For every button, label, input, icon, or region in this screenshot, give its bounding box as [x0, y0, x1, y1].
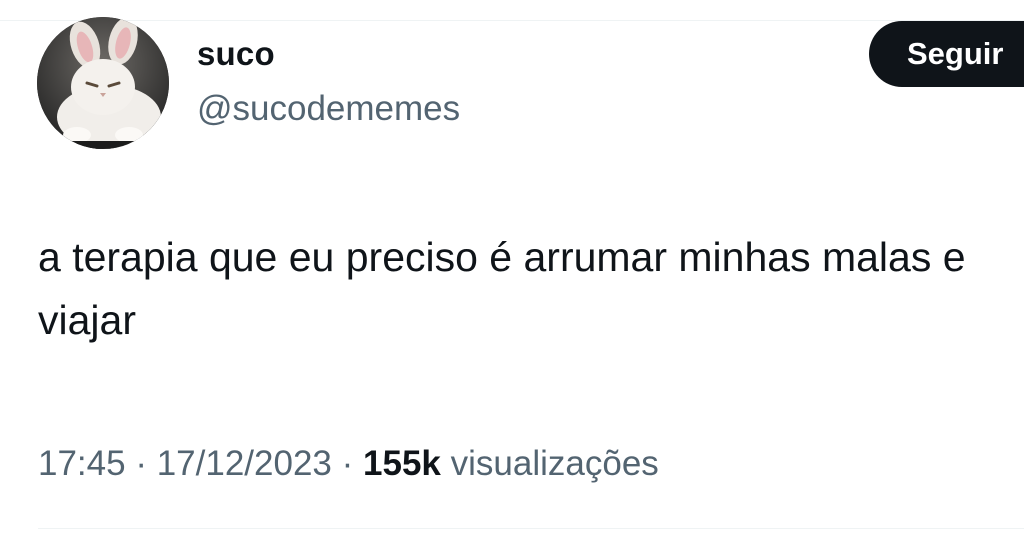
author-handle[interactable]: @sucodememes	[197, 88, 460, 130]
views-count[interactable]: 155k	[363, 444, 441, 483]
tweet-date[interactable]: 17/12/2023	[157, 444, 332, 483]
author-display-name[interactable]: suco	[197, 34, 275, 74]
views-label[interactable]: visualizações	[451, 444, 659, 483]
meta-separator: ·	[135, 444, 147, 483]
avatar[interactable]	[37, 17, 169, 149]
follow-button[interactable]: Seguir	[869, 21, 1024, 87]
bottom-divider	[38, 528, 1024, 529]
meta-separator: ·	[341, 444, 354, 483]
tweet-time[interactable]: 17:45	[38, 444, 126, 483]
tweet-meta: 17:45 · 17/12/2023 · 155k visualizações	[38, 442, 659, 486]
tweet: suco @sucodememes Seguir a terapia que e…	[0, 0, 1024, 535]
cat-avatar-image	[37, 17, 169, 149]
tweet-text: a terapia que eu preciso é arrumar minha…	[38, 234, 966, 343]
